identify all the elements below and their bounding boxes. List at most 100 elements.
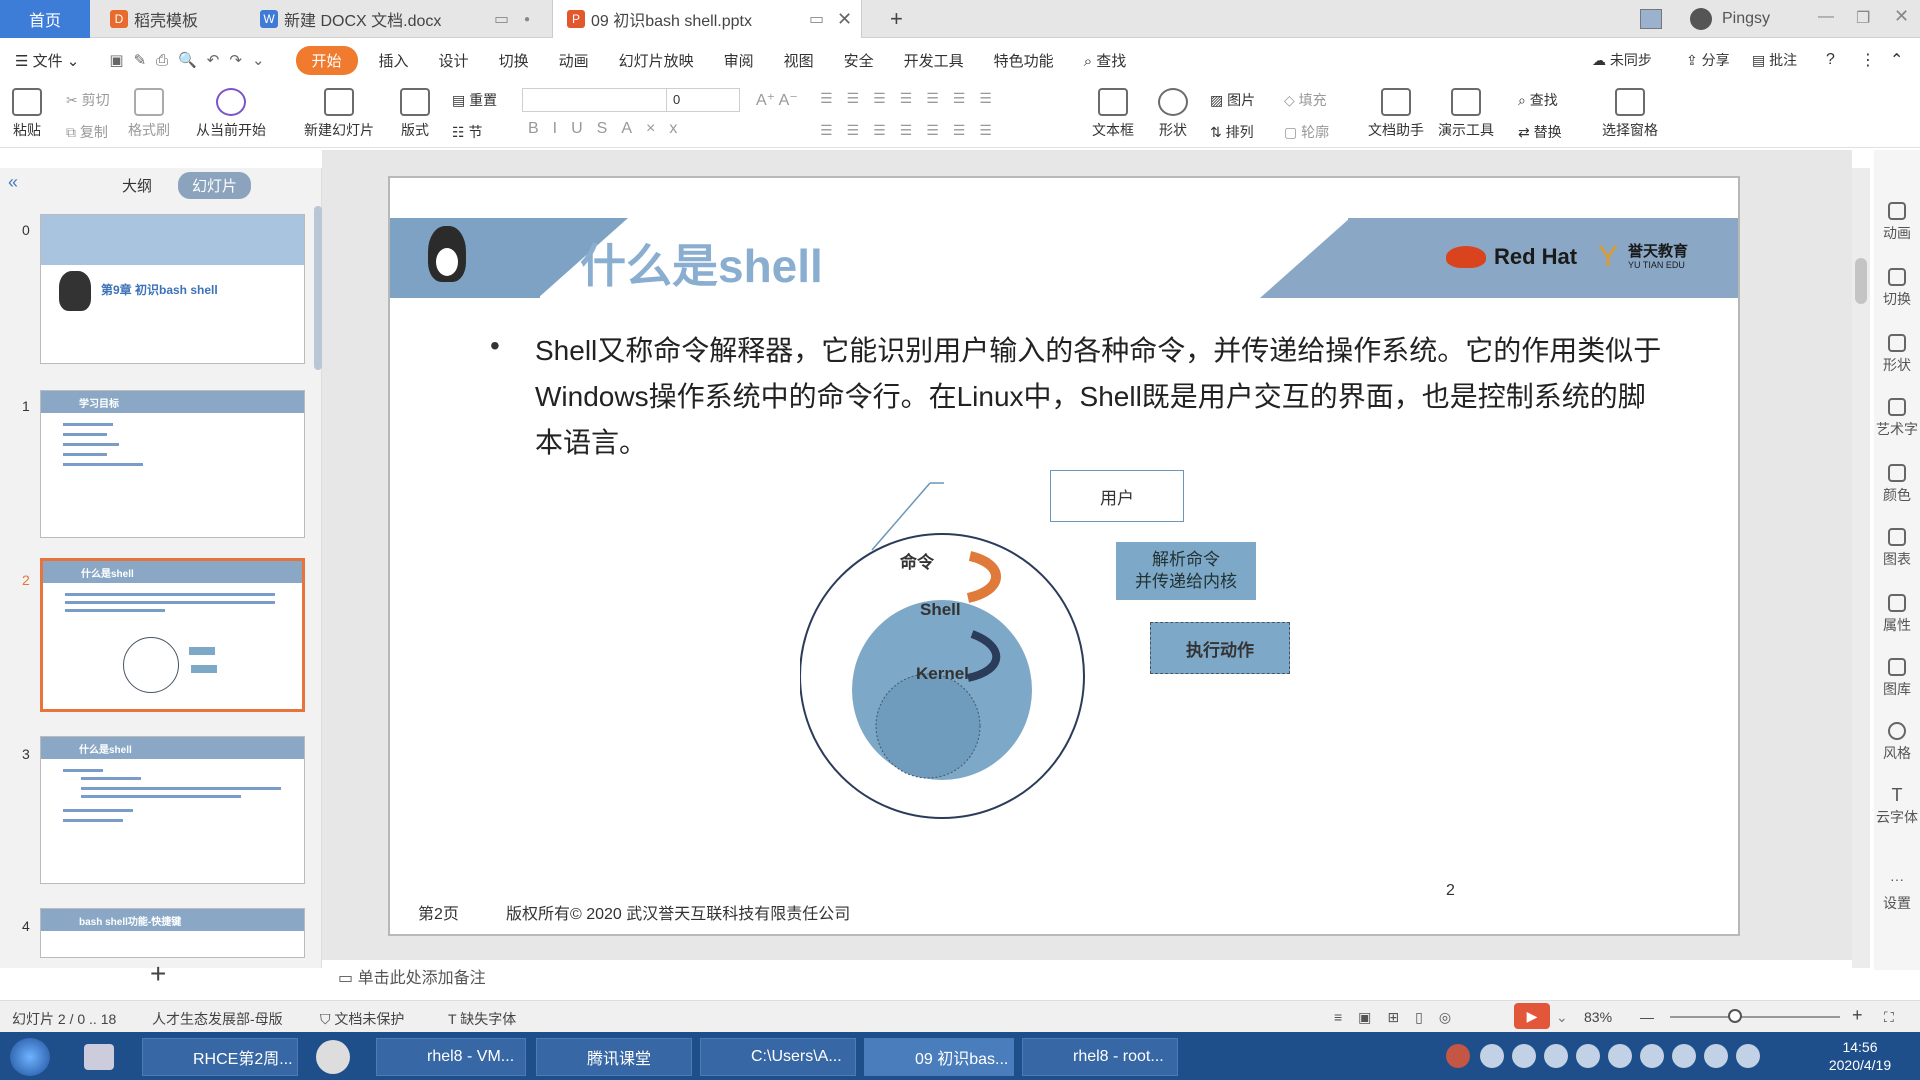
slide-title[interactable]: 什么是shell [580, 230, 823, 296]
box-execute[interactable]: 执行动作 [1150, 622, 1290, 674]
close-tab-icon[interactable]: ✕ [837, 9, 852, 30]
monitor-icon[interactable]: ▭ [494, 9, 509, 29]
tray-app-icon[interactable] [1576, 1044, 1600, 1068]
rightbar-settings[interactable]: ··· 设置 [1874, 872, 1920, 913]
list-indent-icons[interactable]: ☰☰☰☰☰☰☰ [820, 90, 1006, 107]
rightbar-properties[interactable]: 属性 [1874, 594, 1920, 635]
rightbar-wordart[interactable]: 艺术字 [1874, 398, 1920, 439]
slide-thumbnail-3[interactable]: 什么是shell [40, 736, 305, 884]
sync-status[interactable]: ☁ 未同步 [1592, 50, 1652, 70]
replace-button[interactable]: ⇄ 替换 [1518, 122, 1562, 142]
format-painter-button[interactable]: 格式刷 [128, 88, 170, 140]
new-tab-button[interactable]: + [876, 0, 916, 38]
rightbar-gallery[interactable]: 图库 [1874, 658, 1920, 699]
start-button[interactable] [10, 1038, 50, 1076]
protect-status[interactable]: ⛉ 文档未保护 [320, 1009, 404, 1029]
system-clock[interactable]: 14:56 2020/4/19 [1810, 1038, 1910, 1074]
font-family-select[interactable] [522, 88, 668, 112]
paste-button[interactable]: 粘贴 [12, 88, 42, 140]
play-from-current-button[interactable]: 从当前开始 [196, 88, 266, 140]
selection-pane-button[interactable]: 选择窗格 [1602, 88, 1658, 140]
taskbar-item-vmware[interactable]: rhel8 - VM... [376, 1038, 526, 1076]
outline-button[interactable]: ▢ 轮廓 [1284, 122, 1329, 142]
shape-button[interactable]: 形状 [1158, 88, 1188, 140]
new-slide-button[interactable]: 新建幻灯片 [304, 88, 374, 140]
menu-features[interactable]: 特色功能 [979, 50, 1069, 71]
rightbar-cloud-font[interactable]: T 云字体 [1874, 786, 1920, 827]
taskbar-item-explorer[interactable]: C:\Users\A... [700, 1038, 856, 1076]
tab-home[interactable]: 首页 [0, 0, 90, 38]
close-window-icon[interactable]: ✕ [1894, 6, 1909, 27]
font-grow-shrink-icons[interactable]: A⁺ A⁻ [756, 90, 798, 110]
sogou-ime-icon[interactable] [1446, 1044, 1470, 1068]
restore-icon[interactable]: ❐ [1856, 8, 1870, 28]
fill-button[interactable]: ◇ 填充 [1284, 90, 1327, 110]
template-name[interactable]: 人才生态发展部-母版 [152, 1009, 283, 1029]
tray-app-icon[interactable] [1512, 1044, 1536, 1068]
layout-button[interactable]: 版式 [400, 88, 430, 140]
zoom-level[interactable]: 83% [1584, 1009, 1612, 1025]
scroll-thumb[interactable] [1855, 258, 1867, 304]
pinned-app-icon[interactable] [84, 1044, 114, 1070]
monitor-icon[interactable]: ▭ [809, 9, 824, 29]
notes-placeholder[interactable]: ▭ 单击此处添加备注 [338, 964, 486, 988]
username[interactable]: Pingsy [1722, 10, 1770, 28]
slide-thumbnail-0[interactable]: 第9章 初识bash shell [40, 214, 305, 364]
menu-developer[interactable]: 开发工具 [889, 50, 979, 71]
tray-app-icon[interactable] [1608, 1044, 1632, 1068]
doc-assistant-button[interactable]: 文档助手 [1368, 88, 1424, 140]
tab-outline[interactable]: 大纲 [108, 172, 166, 199]
current-slide[interactable]: 什么是shell Red Hat Y 誉天教育 YU TIAN EDU • Sh… [388, 176, 1740, 936]
taskbar-item-rhce[interactable]: RHCE第2周... [142, 1038, 298, 1076]
tab-docx[interactable]: W 新建 DOCX 文档.docx ▭ ● [246, 0, 546, 38]
section-button[interactable]: ☷ 节 [452, 122, 482, 142]
cut-button[interactable]: ✂ 剪切 [66, 90, 110, 110]
minimize-icon[interactable]: — [1818, 8, 1834, 26]
tray-app-icon[interactable] [1544, 1044, 1568, 1068]
reset-button[interactable]: ▤ 重置 [452, 90, 497, 110]
box-parse-command[interactable]: 解析命令 并传递给内核 [1116, 542, 1256, 600]
collapse-ribbon-icon[interactable]: ⌃ [1890, 50, 1903, 70]
volume-icon[interactable] [1704, 1044, 1728, 1068]
slide-thumbnail-2-selected[interactable]: 什么是shell [40, 558, 305, 712]
tab-pptx-active[interactable]: P 09 初识bash shell.pptx ▭ ✕ [552, 0, 862, 38]
find-button[interactable]: ⌕ 查找 [1518, 90, 1558, 110]
pinned-app-icon[interactable] [316, 1040, 350, 1074]
share-button[interactable]: ⇪ 分享 [1686, 50, 1730, 70]
presenter-tools-button[interactable]: 演示工具 [1438, 88, 1494, 140]
zoom-slider[interactable] [1670, 1009, 1840, 1023]
textbox-button[interactable]: 文本框 [1092, 88, 1134, 140]
skin-icon[interactable] [1640, 9, 1662, 29]
taskbar-item-tencent-class[interactable]: 腾讯课堂 [536, 1038, 692, 1076]
menu-review[interactable]: 审阅 [709, 50, 769, 71]
menu-insert[interactable]: 插入 [364, 50, 424, 71]
canvas-scrollbar[interactable] [1852, 168, 1870, 968]
menu-slideshow[interactable]: 幻灯片放映 [604, 50, 709, 71]
menu-home[interactable]: 开始 [295, 45, 358, 75]
network-icon[interactable] [1672, 1044, 1696, 1068]
pane-scrollbar[interactable] [314, 206, 322, 370]
tray-app-icon[interactable] [1640, 1044, 1664, 1068]
rightbar-chart[interactable]: 图表 [1874, 528, 1920, 569]
copy-button[interactable]: ⧉ 复制 [66, 122, 108, 142]
zoom-out-icon[interactable]: — [1640, 1009, 1654, 1025]
rightbar-shape[interactable]: 形状 [1874, 334, 1920, 375]
picture-button[interactable]: ▨ 图片 [1210, 90, 1255, 110]
comment-button[interactable]: ▤ 批注 [1752, 50, 1797, 70]
tab-slides[interactable]: 幻灯片 [178, 172, 252, 199]
missing-font-status[interactable]: T 缺失字体 [448, 1009, 516, 1029]
menu-file[interactable]: ☰ 文件 ⌄ [0, 50, 94, 71]
fit-window-icon[interactable]: ⛶ [1884, 1009, 1894, 1026]
menu-transition[interactable]: 切换 [484, 50, 544, 71]
taskbar-item-pptx[interactable]: 09 初识bas... [864, 1038, 1014, 1076]
rightbar-color[interactable]: 颜色 [1874, 464, 1920, 505]
taskbar-item-terminal[interactable]: rhel8 - root... [1022, 1038, 1178, 1076]
rightbar-animation[interactable]: 动画 [1874, 202, 1920, 243]
help-icon[interactable]: ? [1826, 51, 1835, 69]
more-icon[interactable]: ⋮ [1860, 50, 1876, 70]
avatar[interactable] [1690, 8, 1712, 30]
menu-view[interactable]: 视图 [769, 50, 829, 71]
menu-search[interactable]: ⌕ 查找 [1069, 50, 1142, 71]
rightbar-transition[interactable]: 切换 [1874, 268, 1920, 309]
play-slideshow-button[interactable]: ▶ [1514, 1003, 1550, 1029]
